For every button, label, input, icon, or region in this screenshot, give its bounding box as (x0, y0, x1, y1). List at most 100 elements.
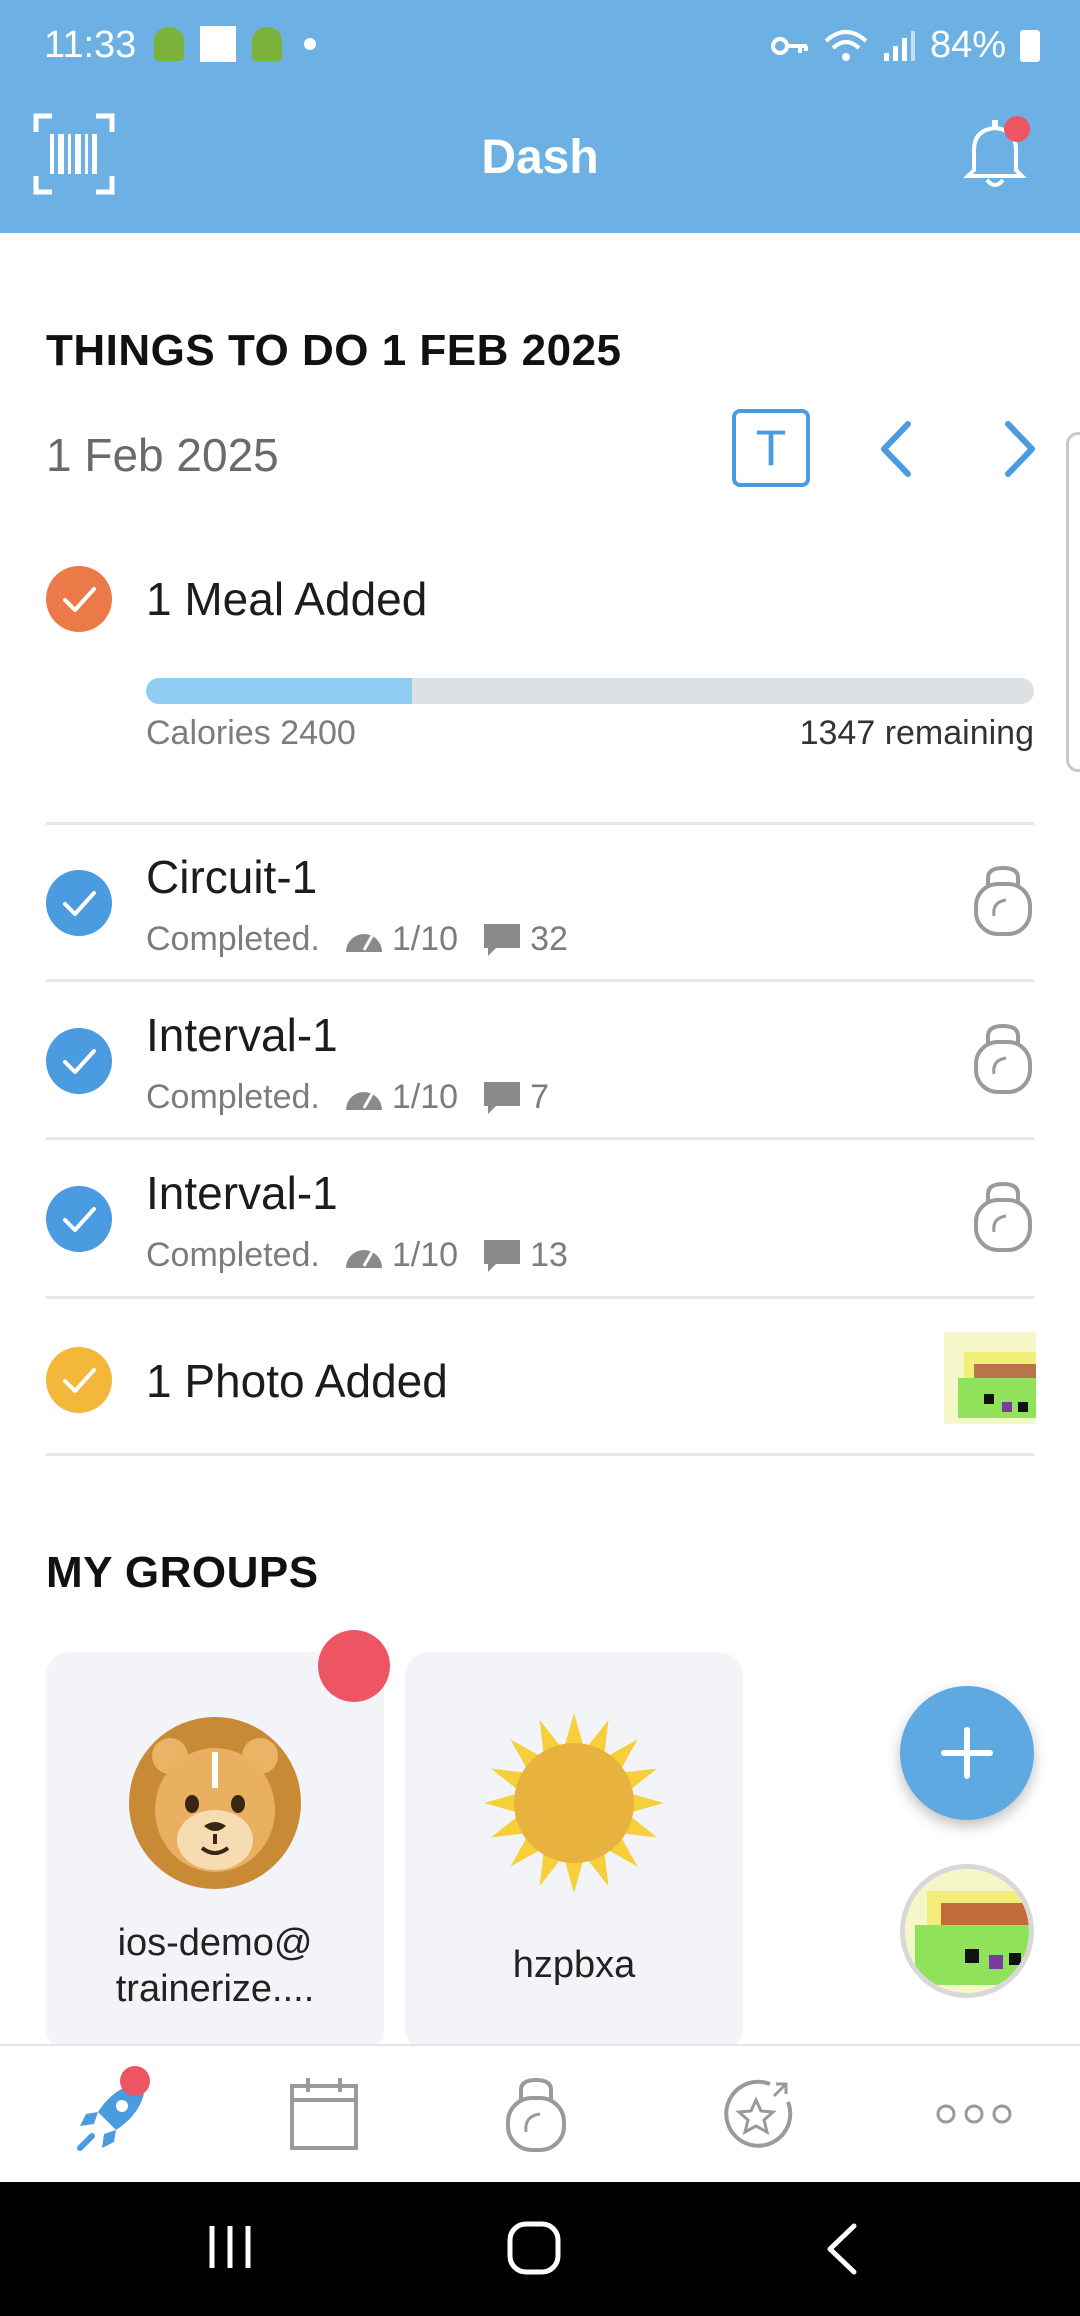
workout-title: Interval-1 (146, 1009, 338, 1061)
kettlebell-icon (972, 1180, 1034, 1252)
things-to-do-title: THINGS TO DO 1 FEB 2025 (46, 326, 622, 375)
signal-icon (883, 30, 915, 61)
workout-title: Interval-1 (146, 1167, 338, 1219)
app-header: Dash (0, 92, 1080, 233)
current-date: 1 Feb 2025 (46, 429, 279, 481)
divider (46, 1137, 1034, 1140)
chevron-left-icon (881, 421, 911, 477)
divider (46, 1296, 1034, 1299)
group-name-line1: ios-demo@ (117, 1922, 313, 1964)
completed-check-icon (46, 1028, 112, 1094)
completed-check-icon (46, 870, 112, 936)
workout-row[interactable]: Circuit-1 Completed. 1/10 32 (0, 826, 1080, 981)
comment-icon (484, 923, 521, 956)
workout-meta: Completed. 1/10 13 (146, 1236, 568, 1275)
calories-remaining: 1347 remaining (799, 714, 1034, 752)
photo-added-label[interactable]: 1 Photo Added (146, 1354, 448, 1408)
group-name: hzpbxa (512, 1944, 636, 1986)
gauge-icon (345, 1249, 382, 1268)
next-day-button[interactable] (990, 414, 1050, 484)
comment-icon (484, 1081, 521, 1114)
meal-added-label[interactable]: 1 Meal Added (146, 572, 427, 626)
group-name-line2: trainerize.... (115, 1968, 315, 2010)
workout-meta: Completed. 1/10 32 (146, 920, 568, 959)
bottom-navigation (0, 2044, 1080, 2182)
workout-row[interactable]: Interval-1 Completed. 1/10 13 (0, 1142, 1080, 1297)
tab-more[interactable] (864, 2046, 1080, 2182)
side-scroll-handle[interactable] (1066, 432, 1080, 772)
workout-comments: 7 (482, 1078, 549, 1117)
wifi-icon (824, 29, 868, 61)
workout-status: Completed. (146, 1078, 320, 1116)
gauge-icon (345, 933, 382, 952)
star-badge-icon (724, 2079, 793, 2148)
recent-apps-icon (209, 2226, 251, 2268)
calorie-progress-fill (146, 678, 413, 704)
calorie-progress-bar (146, 678, 1034, 704)
tab-dashboard[interactable] (0, 2046, 216, 2182)
chevron-right-icon (1005, 421, 1035, 477)
lion-icon (124, 1712, 306, 1894)
more-icon (936, 2104, 1012, 2124)
group-unread-badge (318, 1630, 390, 1702)
more-notifications-dot-icon (304, 38, 316, 50)
vpn-key-icon (770, 36, 808, 55)
recent-apps-button[interactable] (206, 2222, 256, 2272)
workout-status: Completed. (146, 1236, 320, 1274)
profile-avatar[interactable] (900, 1864, 1034, 1998)
dashboard-badge (120, 2066, 150, 2096)
top-bar: 11:33 84% Dash (0, 0, 1080, 233)
workout-rating: 1/10 (344, 1078, 458, 1117)
notifications-button[interactable] (960, 116, 1030, 190)
today-button[interactable]: T (732, 409, 810, 487)
photo-check-icon (46, 1347, 112, 1413)
status-time: 11:33 (44, 24, 137, 66)
home-icon (507, 2221, 561, 2275)
add-button[interactable] (900, 1686, 1034, 1820)
back-icon (827, 2223, 857, 2275)
tab-goals[interactable] (648, 2046, 864, 2182)
battery-percent: 84% (929, 24, 1006, 66)
calendar-icon (290, 2078, 358, 2150)
sun-icon (483, 1712, 665, 1894)
kettlebell-icon (972, 864, 1034, 936)
workout-title: Circuit-1 (146, 851, 318, 903)
group-card[interactable]: ios-demo@ trainerize.... (46, 1652, 384, 2052)
workout-comments: 32 (482, 920, 568, 959)
group-card[interactable]: hzpbxa (405, 1652, 743, 2052)
back-button[interactable] (818, 2222, 868, 2276)
my-groups-title: MY GROUPS (46, 1548, 319, 1597)
battery-icon (1020, 29, 1040, 62)
photo-thumbnail[interactable] (944, 1332, 1036, 1424)
divider (46, 1453, 1034, 1456)
image-notification-icon (200, 26, 236, 62)
workout-row[interactable]: Interval-1 Completed. 1/10 7 (0, 984, 1080, 1139)
divider (46, 979, 1034, 982)
notification-icons (154, 26, 316, 62)
completed-check-icon (46, 1186, 112, 1252)
android-icon (154, 27, 184, 61)
workout-rating: 1/10 (344, 920, 458, 959)
tab-calendar[interactable] (216, 2046, 432, 2182)
status-bar: 11:33 84% (0, 0, 1080, 92)
workout-rating: 1/10 (344, 1236, 458, 1275)
previous-day-button[interactable] (866, 414, 926, 484)
workout-status: Completed. (146, 920, 320, 958)
kettlebell-icon (506, 2077, 566, 2152)
plus-icon (941, 1727, 993, 1779)
page-title: Dash (481, 131, 599, 184)
android-icon (252, 27, 282, 61)
home-button[interactable] (506, 2220, 562, 2276)
meal-check-icon (46, 566, 112, 632)
notification-badge (1004, 116, 1030, 142)
kettlebell-icon (972, 1022, 1034, 1094)
system-navigation-bar (0, 2182, 1080, 2316)
gauge-icon (345, 1091, 382, 1110)
status-right: 84% (770, 24, 1040, 67)
tab-workouts[interactable] (432, 2046, 648, 2182)
workout-comments: 13 (482, 1236, 568, 1275)
comment-icon (484, 1239, 521, 1272)
calories-goal: Calories 2400 (146, 714, 356, 752)
divider (46, 822, 1034, 825)
workout-meta: Completed. 1/10 7 (146, 1078, 549, 1117)
